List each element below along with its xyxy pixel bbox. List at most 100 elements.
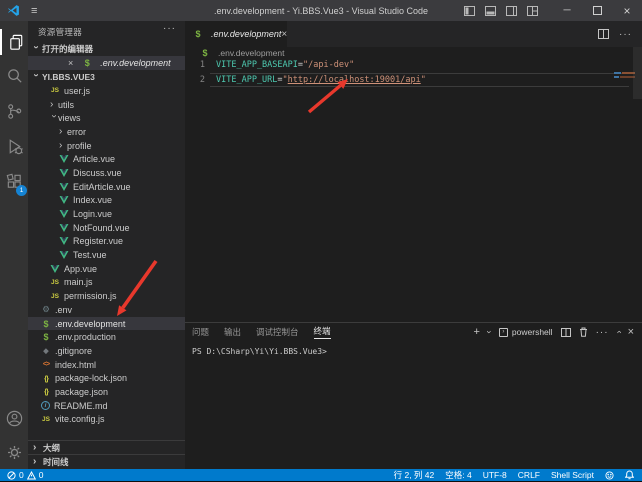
maximize-panel-icon[interactable]: › [613, 331, 623, 334]
outline-section[interactable]: › 大纲 [28, 440, 185, 454]
run-debug-icon[interactable] [0, 133, 28, 159]
tree-item[interactable]: Article.vue [28, 152, 185, 166]
tree-item[interactable]: JSvite.config.js [28, 413, 185, 427]
tree-item[interactable]: ◆ .gitignore [28, 344, 185, 358]
terminal-icon: › [499, 328, 508, 337]
vue-icon [59, 155, 69, 163]
tree-item[interactable]: ⚙.env [28, 303, 185, 317]
close-editor-icon[interactable]: × [68, 58, 73, 68]
tree-item[interactable]: JSpermission.js [28, 289, 185, 303]
open-editor-item[interactable]: × $ .env.development [28, 56, 185, 70]
tree-item[interactable]: JSmain.js [28, 276, 185, 290]
file-label: README.md [54, 401, 108, 411]
terminal-dropdown-icon[interactable]: › [484, 331, 494, 334]
tab-close-icon[interactable]: × [281, 29, 287, 40]
tree-item[interactable]: $.env.production [28, 330, 185, 344]
toggle-sidebar-icon[interactable] [464, 6, 475, 16]
shell-icon: $ [193, 29, 203, 39]
panel-tab-2[interactable]: 调试控制台 [256, 326, 299, 339]
panel-tabs: 问题 输出 调试控制台 终端 [192, 323, 331, 341]
tree-item[interactable]: App.vue [28, 262, 185, 276]
sidebar-title: 资源管理器 [38, 26, 82, 38]
close-button[interactable]: × [612, 0, 642, 21]
line-number: 2 [185, 75, 205, 85]
close-panel-icon[interactable]: × [628, 326, 634, 338]
tree-item[interactable]: ›utils [28, 98, 185, 112]
chevron-right-icon: › [59, 142, 66, 150]
tree-item[interactable]: Discuss.vue [28, 166, 185, 180]
toggle-secondary-sidebar-icon[interactable] [506, 6, 517, 16]
tree-item[interactable]: Register.vue [28, 235, 185, 249]
toggle-panel-icon[interactable] [485, 6, 496, 16]
new-terminal-icon[interactable]: + [473, 326, 479, 338]
file-label: Index.vue [73, 195, 112, 205]
json-icon: {} [41, 374, 51, 383]
search-icon[interactable] [0, 63, 28, 89]
chevron-right-icon: › [33, 458, 40, 466]
eol-sequence[interactable]: CRLF [518, 470, 540, 480]
notifications-bell-icon[interactable] [625, 470, 634, 480]
source-control-icon[interactable] [0, 98, 28, 124]
breadcrumb-item[interactable]: .env.development [218, 48, 284, 58]
file-label: main.js [64, 277, 93, 287]
shell-icon: $ [41, 319, 51, 329]
feedback-icon[interactable] [605, 471, 614, 480]
split-editor-icon[interactable] [598, 29, 609, 39]
tree-item[interactable]: ›error [28, 125, 185, 139]
split-terminal-icon[interactable] [561, 328, 571, 337]
indentation[interactable]: 空格: 4 [445, 469, 471, 481]
tree-item[interactable]: JSuser.js [28, 84, 185, 98]
panel-more-actions-icon[interactable]: ··· [596, 327, 609, 338]
project-section[interactable]: › YI.BBS.VUE3 [28, 70, 185, 84]
url-link[interactable]: http://localhost:19001/api [288, 75, 421, 85]
tree-item[interactable]: Index.vue [28, 194, 185, 208]
tree-item[interactable]: $.env.development [28, 317, 185, 331]
tree-item[interactable]: EditArticle.vue [28, 180, 185, 194]
customize-layout-icon[interactable] [527, 6, 538, 16]
cursor-position[interactable]: 行 2, 列 42 [394, 469, 435, 481]
open-editors-section[interactable]: › 打开的编辑器 [28, 42, 185, 56]
tab-strip: $ .env.development × ··· [185, 21, 642, 47]
menu-icon[interactable]: ≡ [31, 5, 37, 17]
tree-item[interactable]: <>index.html [28, 358, 185, 372]
editor-more-actions-icon[interactable]: ··· [619, 29, 632, 40]
tree-item[interactable]: Test.vue [28, 248, 185, 262]
minimize-button[interactable]: ─ [552, 0, 582, 21]
extensions-icon[interactable]: 1 [0, 168, 28, 194]
tree-item[interactable]: Login.vue [28, 207, 185, 221]
vue-icon [59, 224, 69, 232]
panel-tab-1[interactable]: 输出 [224, 326, 241, 339]
shell-selector[interactable]: › powershell [499, 327, 553, 337]
language-mode[interactable]: Shell Script [551, 470, 594, 480]
file-label: Discuss.vue [73, 168, 122, 178]
vue-icon [59, 196, 69, 204]
file-label: views [58, 113, 81, 123]
account-icon[interactable] [0, 405, 28, 431]
terminal-content[interactable]: PS D:\CSharp\Yi\Yi.BBS.Vue3> [192, 347, 327, 356]
more-actions-icon[interactable]: ··· [163, 23, 176, 34]
tree-item[interactable]: ›profile [28, 139, 185, 153]
timeline-section[interactable]: › 时间线 [28, 454, 185, 468]
settings-gear-icon[interactable] [0, 439, 28, 465]
tree-item[interactable]: {}package.json [28, 385, 185, 399]
line-number: 1 [185, 60, 205, 70]
tree-item[interactable]: {}package-lock.json [28, 371, 185, 385]
encoding[interactable]: UTF-8 [483, 470, 507, 480]
code-line-2: 2 VITE_APP_URL="http://localhost:19001/a… [185, 73, 632, 88]
editor-scrollbar[interactable] [633, 47, 642, 99]
maximize-button[interactable] [582, 0, 612, 21]
vue-icon [50, 265, 60, 273]
js-icon: JS [50, 87, 60, 94]
tree-item[interactable]: ›views [28, 111, 185, 125]
kill-terminal-icon[interactable] [579, 327, 588, 337]
tree-item[interactable]: NotFound.vue [28, 221, 185, 235]
panel-tab-0[interactable]: 问题 [192, 326, 209, 339]
file-label: .gitignore [55, 346, 92, 356]
problems-status[interactable]: 0 0 [7, 470, 43, 480]
file-label: permission.js [64, 291, 117, 301]
tab-env-development[interactable]: $ .env.development × [185, 21, 287, 47]
gitignore-icon: ◆ [41, 347, 51, 355]
explorer-icon[interactable] [0, 29, 30, 55]
panel-tab-3[interactable]: 终端 [314, 325, 331, 339]
tree-item[interactable]: iREADME.md [28, 399, 185, 413]
